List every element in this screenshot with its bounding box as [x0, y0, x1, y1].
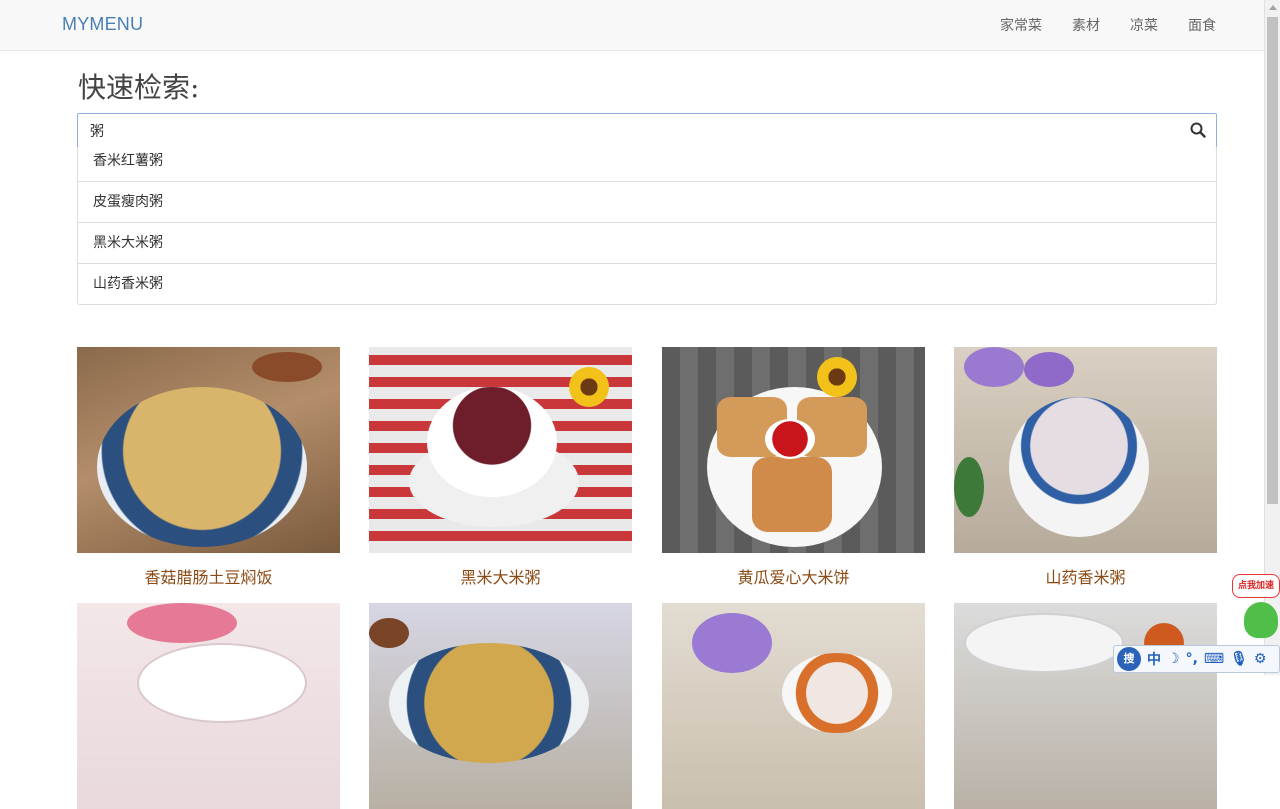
recipe-card[interactable]: 香菇腊肠土豆焖饭	[77, 347, 340, 588]
recipe-image[interactable]	[954, 603, 1217, 809]
speedup-bubble[interactable]: 点我加速	[1232, 574, 1280, 598]
recipe-title[interactable]: 黄瓜爱心大米饼	[662, 564, 925, 588]
suggestion-item[interactable]: 皮蛋瘦肉粥	[78, 181, 1216, 222]
navbar: MYMENU 家常菜 素材 凉菜 面食	[0, 0, 1264, 51]
recipe-card[interactable]	[369, 603, 632, 809]
recipe-card[interactable]: 山药香米粥	[954, 347, 1217, 588]
scroll-thumb[interactable]	[1267, 17, 1278, 504]
recipe-image[interactable]	[77, 347, 340, 553]
mascot-icon[interactable]	[1244, 602, 1278, 638]
search-suggestions: 香米红薯粥 皮蛋瘦肉粥 黑米大米粥 山药香米粥	[77, 147, 1217, 305]
recipe-image[interactable]	[369, 347, 632, 553]
gear-icon[interactable]: ⚙	[1254, 651, 1267, 667]
punctuation-icon[interactable]: °,	[1186, 651, 1198, 667]
recipe-card[interactable]	[77, 603, 340, 809]
suggestion-item[interactable]: 山药香米粥	[78, 263, 1216, 304]
search-input[interactable]	[78, 114, 1178, 147]
suggestion-item[interactable]: 香米红薯粥	[78, 147, 1216, 181]
recipe-image[interactable]	[662, 603, 925, 809]
recipe-image[interactable]	[77, 603, 340, 809]
recipe-card[interactable]	[954, 603, 1217, 809]
recipe-image[interactable]	[954, 347, 1217, 553]
recipe-title[interactable]: 山药香米粥	[954, 564, 1217, 588]
nav-links: 家常菜 素材 凉菜 面食	[970, 0, 1216, 50]
suggestion-item[interactable]: 黑米大米粥	[78, 222, 1216, 263]
search-box	[77, 113, 1217, 148]
scroll-up-arrow-icon[interactable]	[1269, 5, 1277, 10]
nav-link-vegetarian[interactable]: 素材	[1072, 15, 1100, 35]
recipe-title[interactable]: 黑米大米粥	[369, 564, 632, 588]
search-title: 快速检索:	[78, 71, 200, 104]
nav-link-home-cooking[interactable]: 家常菜	[1000, 15, 1042, 35]
moon-icon[interactable]: ☽	[1167, 651, 1180, 667]
ime-mode-toggle[interactable]: 中	[1147, 649, 1161, 669]
floating-speedup-widget[interactable]: 点我加速	[1232, 574, 1280, 644]
nav-link-cold-dishes[interactable]: 凉菜	[1130, 15, 1158, 35]
search-icon[interactable]	[1190, 122, 1206, 138]
recipe-image[interactable]	[369, 603, 632, 809]
keyboard-icon[interactable]: ⌨	[1204, 651, 1224, 667]
ime-toolbar: 搜 中 ☽ °, ⌨ 🎙 ⚙	[1113, 645, 1280, 673]
recipe-card[interactable]: 黑米大米粥	[369, 347, 632, 588]
brand-logo[interactable]: MYMENU	[62, 14, 143, 35]
microphone-icon[interactable]: 🎙	[1230, 651, 1248, 667]
recipe-card[interactable]: 黄瓜爱心大米饼	[662, 347, 925, 588]
recipe-image[interactable]	[662, 347, 925, 553]
recipe-card[interactable]	[662, 603, 925, 809]
nav-link-noodles[interactable]: 面食	[1188, 15, 1216, 35]
recipe-title[interactable]: 香菇腊肠土豆焖饭	[77, 564, 340, 588]
ime-logo-icon[interactable]: 搜	[1117, 647, 1141, 671]
